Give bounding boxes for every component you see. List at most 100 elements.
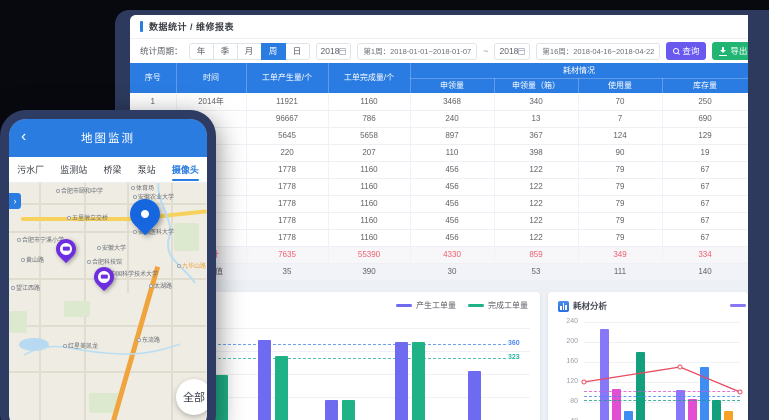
- poi-dot-icon: [63, 344, 67, 348]
- map-label: 九华山路: [177, 261, 206, 270]
- poi-dot-icon: [149, 284, 153, 288]
- cell: 122: [494, 195, 578, 212]
- cell: 5645: [246, 127, 328, 144]
- bar: [676, 390, 685, 420]
- year-start-select[interactable]: 2018: [316, 43, 352, 60]
- report-top-block: 数据统计 / 维修报表 统计周期： 年季月周日 2018 第1周：2018-01…: [130, 15, 748, 281]
- tab-污水厂[interactable]: 污水厂: [17, 157, 44, 182]
- year-end-value: 2018: [499, 46, 518, 56]
- expand-icon[interactable]: ›: [9, 193, 21, 209]
- period-label: 统计周期：: [140, 45, 183, 57]
- y-axis-tick: 80: [552, 398, 578, 405]
- table-row[interactable]: 12014年119211160346834070250: [130, 93, 748, 110]
- breadcrumb-text: 数据统计 / 维修报表: [149, 20, 234, 33]
- bar-完成工单量: [342, 400, 355, 420]
- table-row[interactable]: 296667786240137690: [130, 110, 748, 127]
- cell: 456: [410, 229, 494, 246]
- tab-泵站[interactable]: 泵站: [138, 157, 156, 182]
- map-label-text: 体育场: [136, 183, 154, 192]
- legend-swatch: [468, 304, 484, 307]
- map-label: 体育场: [131, 183, 154, 192]
- breadcrumb: 数据统计 / 维修报表: [130, 15, 748, 39]
- legend-swatch-clipped: [730, 304, 746, 307]
- cell: 1778: [246, 161, 328, 178]
- table-row[interactable]: 356455658897367124129: [130, 127, 748, 144]
- table-row[interactable]: 6177811604561227967: [130, 178, 748, 195]
- cell: 55390: [328, 246, 410, 263]
- period-option-月[interactable]: 月: [237, 43, 262, 60]
- cell: 67: [662, 195, 748, 212]
- map-label: 东流路: [137, 335, 160, 344]
- chart-legend: 产生工单量 完成工单量: [396, 300, 528, 311]
- cell: 4330: [410, 246, 494, 263]
- back-icon[interactable]: ‹: [21, 127, 26, 147]
- tab-摄像头[interactable]: 摄像头: [172, 157, 199, 182]
- bar: [636, 352, 645, 420]
- cell: 207: [328, 144, 410, 161]
- cell: 122: [494, 212, 578, 229]
- cell: 786: [328, 110, 410, 127]
- column-header: 序号: [130, 63, 176, 93]
- cell: 1778: [246, 195, 328, 212]
- map-label-text: 中国科学技术大学: [110, 269, 158, 278]
- phone-header: ‹ 地图监测: [9, 119, 207, 157]
- cell: 1160: [328, 212, 410, 229]
- period-option-日[interactable]: 日: [285, 43, 310, 60]
- poi-dot-icon: [131, 186, 135, 190]
- map-label: 望江西路: [11, 283, 40, 292]
- map-road: [171, 183, 173, 420]
- table-row[interactable]: 42202071103989019: [130, 144, 748, 161]
- cell: 79: [578, 229, 662, 246]
- cell: 129: [662, 127, 748, 144]
- cell: 7635: [246, 246, 328, 263]
- y-axis-tick: 240: [552, 318, 578, 325]
- table-row[interactable]: 8177811604561227967: [130, 212, 748, 229]
- bar-产生工单量: [395, 342, 408, 420]
- period-option-周[interactable]: 周: [261, 43, 286, 60]
- tab-桥梁[interactable]: 桥梁: [103, 157, 121, 182]
- map-label: 红星美凯龙: [63, 341, 98, 350]
- map-park: [174, 223, 199, 251]
- map-label-text: 安徽大学: [102, 243, 126, 252]
- poi-dot-icon: [97, 246, 101, 250]
- all-button[interactable]: 全部: [176, 379, 207, 415]
- cell: 110: [410, 144, 494, 161]
- period-option-年[interactable]: 年: [189, 43, 214, 60]
- period-option-季[interactable]: 季: [213, 43, 238, 60]
- bar-完成工单量: [215, 375, 228, 420]
- cell: 1160: [328, 178, 410, 195]
- cell: 456: [410, 195, 494, 212]
- y-axis-tick: 200: [552, 338, 578, 345]
- map-label-text: 红星美凯龙: [68, 341, 98, 350]
- table-row[interactable]: 5177811604561227967: [130, 161, 748, 178]
- cell: 456: [410, 161, 494, 178]
- table-row[interactable]: 7177811604561227967: [130, 195, 748, 212]
- cell: 67: [662, 178, 748, 195]
- cell: 35: [246, 263, 328, 280]
- group-header: 耗材情况: [410, 63, 748, 78]
- week-start-input[interactable]: 第1周：2018-01-01~2018-01-07: [357, 43, 477, 60]
- camera-marker[interactable]: [90, 263, 118, 291]
- year-end-select[interactable]: 2018: [494, 43, 530, 60]
- cell: 53: [494, 263, 578, 280]
- query-button[interactable]: 查询: [666, 42, 706, 60]
- poi-dot-icon: [11, 286, 15, 290]
- map-label-text: 九华山路: [182, 261, 206, 270]
- cell: 30: [410, 263, 494, 280]
- cell: 122: [494, 229, 578, 246]
- tab-监测站[interactable]: 监测站: [60, 157, 87, 182]
- export-excel-button[interactable]: 导出Excel: [712, 42, 748, 60]
- map-view[interactable]: 合肥市颐和中学体育场安徽农业大学五里墩立交桥合肥市宁溪小学安徽医科大学安徽大学合…: [9, 183, 207, 420]
- cell: 11921: [246, 93, 328, 110]
- cell: 1778: [246, 229, 328, 246]
- poi-dot-icon: [56, 189, 60, 193]
- poi-dot-icon: [177, 264, 181, 268]
- gridline: [584, 322, 740, 323]
- calendar-icon: [339, 48, 346, 55]
- poi-dot-icon: [133, 195, 137, 199]
- week-end-input[interactable]: 第16周：2018-04-16~2018-04-22: [536, 43, 660, 60]
- map-label: 合肥科技馆: [87, 257, 122, 266]
- table-row[interactable]: 9177811604561227967: [130, 229, 748, 246]
- cell: 1778: [246, 178, 328, 195]
- cell: 340: [494, 93, 578, 110]
